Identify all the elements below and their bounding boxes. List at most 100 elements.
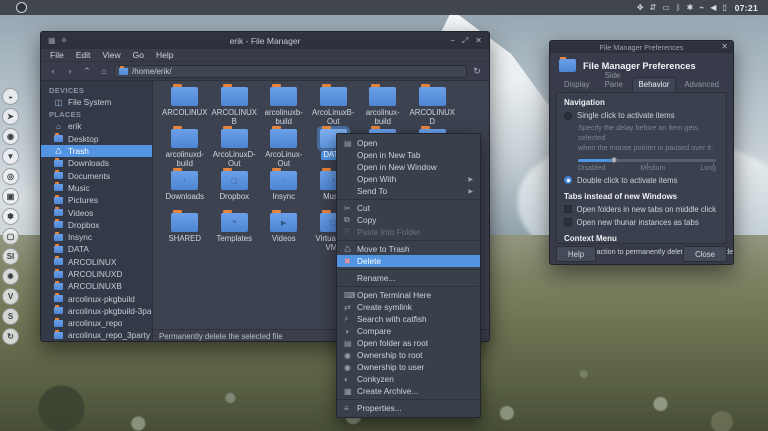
- context-menu-item-conkyzen[interactable]: ◐Conkyzen: [337, 373, 480, 385]
- path-bar[interactable]: /home/erik/: [114, 65, 467, 78]
- volume-icon[interactable]: ◀: [710, 4, 716, 12]
- clipboard-icon[interactable]: ▯: [722, 4, 726, 12]
- file-item-arcolinuxd-build[interactable]: arcolinuxd-build: [160, 127, 210, 169]
- launcher-s-icon[interactable]: S: [2, 308, 19, 325]
- menu-view[interactable]: View: [97, 49, 125, 61]
- context-menu-item-create-archive[interactable]: ▦Create Archive...: [337, 385, 480, 397]
- sidebar-item-dropbox[interactable]: Dropbox: [41, 219, 152, 231]
- sidebar-item-videos[interactable]: Videos: [41, 206, 152, 218]
- context-menu-item-open-folder-as-root[interactable]: ▤Open folder as root: [337, 337, 480, 349]
- context-menu-item-open[interactable]: ▤Open: [337, 137, 480, 149]
- context-menu-item-move-to-trash[interactable]: ♺Move to Trash: [337, 243, 480, 255]
- file-item-dropbox[interactable]: ▢Dropbox: [210, 169, 260, 211]
- file-item-downloads[interactable]: ↓Downloads: [160, 169, 210, 211]
- sidebar-item-arcolinuxd[interactable]: ARCOLINUXD: [41, 268, 152, 280]
- maximize-icon[interactable]: ⤢: [462, 37, 468, 45]
- launcher-refresh-icon[interactable]: ↻: [2, 328, 19, 345]
- file-item-arcolinux-out[interactable]: ArcoLinux-Out: [259, 127, 309, 169]
- network-icon[interactable]: ⇵: [650, 4, 657, 12]
- delay-slider[interactable]: [578, 159, 716, 162]
- context-menu-item-rename[interactable]: Rename...: [337, 272, 480, 284]
- context-menu-item-open-terminal-here[interactable]: ⌨Open Terminal Here: [337, 289, 480, 301]
- reload-button[interactable]: ↻: [470, 66, 484, 77]
- app-menu-button[interactable]: [16, 2, 27, 13]
- context-menu-item-copy[interactable]: ⧉Copy: [337, 214, 480, 226]
- file-item-shared[interactable]: SHARED: [160, 211, 210, 253]
- context-menu-item-open-in-new-window[interactable]: Open in New Window: [337, 161, 480, 173]
- context-menu-item-cut[interactable]: ✂Cut: [337, 202, 480, 214]
- settings-gear-icon[interactable]: ✱: [687, 4, 694, 12]
- sidebar-item-insync[interactable]: Insync: [41, 231, 152, 243]
- up-button[interactable]: ⌃: [80, 66, 94, 77]
- sidebar-item-arcolinuxb[interactable]: ARCOLINUXB: [41, 280, 152, 292]
- launcher-gear-flower-icon[interactable]: ✽: [2, 208, 19, 225]
- menu-edit[interactable]: Edit: [71, 49, 96, 61]
- context-menu-item-properties[interactable]: ≡Properties...: [337, 402, 480, 414]
- prefs-titlebar[interactable]: File Manager Preferences ✕: [550, 41, 733, 53]
- launcher-window-icon[interactable]: ▢: [2, 228, 19, 245]
- launcher-sun-icon[interactable]: ✹: [2, 268, 19, 285]
- sidebar-item-desktop[interactable]: Desktop: [41, 133, 152, 145]
- tab-behavior[interactable]: Behavior: [632, 77, 677, 92]
- context-menu-item-open-with[interactable]: Open With▶: [337, 173, 480, 185]
- sidebar-item-file-system[interactable]: ◫File System: [41, 96, 152, 108]
- launcher-folder-icon[interactable]: ▣: [2, 188, 19, 205]
- tab-side-pane[interactable]: Side Pane: [598, 68, 631, 92]
- file-item-insync[interactable]: ◌Insync: [259, 169, 309, 211]
- context-menu-item-ownership-to-user[interactable]: ◉Ownership to user: [337, 361, 480, 373]
- display-icon[interactable]: ▭: [662, 4, 670, 12]
- context-menu-item-delete[interactable]: ✖Delete: [337, 255, 480, 267]
- sidebar-item-data[interactable]: DATA: [41, 243, 152, 255]
- file-item-arcolinuxb[interactable]: ARCOLINUXB: [210, 85, 260, 127]
- checkbox-unchecked-icon[interactable]: [564, 218, 572, 226]
- context-menu-item-create-symlink[interactable]: ⇄Create symlink: [337, 301, 480, 313]
- bluetooth-icon[interactable]: ᛒ: [676, 4, 681, 12]
- context-menu-item-send-to[interactable]: Send To▶: [337, 185, 480, 197]
- file-item-arcolinux[interactable]: ARCOLINUX: [160, 85, 210, 127]
- file-item-videos[interactable]: ▶Videos: [259, 211, 309, 253]
- middle-click-checkbox-row[interactable]: Open folders in new tabs on middle click: [564, 205, 719, 214]
- launcher-bird-icon[interactable]: ➤: [2, 108, 19, 125]
- context-menu-item-open-in-new-tab[interactable]: Open in New Tab: [337, 149, 480, 161]
- launcher-v-icon[interactable]: V: [2, 288, 19, 305]
- single-click-radio-row[interactable]: Single click to activate items: [564, 111, 719, 120]
- launcher-si-icon[interactable]: SI: [2, 248, 19, 265]
- sidebar-item-arcolinux-pkgbuild[interactable]: arcolinux-pkgbuild: [41, 292, 152, 304]
- updates-icon[interactable]: ✥: [637, 4, 644, 12]
- help-button[interactable]: Help: [556, 246, 596, 262]
- slider-handle[interactable]: [611, 157, 617, 163]
- launcher-ring-icon[interactable]: ◎: [2, 168, 19, 185]
- close-icon[interactable]: ✕: [721, 43, 728, 51]
- radio-unselected-icon[interactable]: [564, 112, 572, 120]
- menu-help[interactable]: Help: [151, 49, 178, 61]
- launcher-download-icon[interactable]: ▼: [2, 148, 19, 165]
- sidebar-item-documents[interactable]: Documents: [41, 169, 152, 181]
- context-menu-item-search-with-catfish[interactable]: ⌕Search with catfish: [337, 313, 480, 325]
- close-button[interactable]: Close: [683, 246, 727, 262]
- context-menu-item-compare[interactable]: ◑Compare: [337, 325, 480, 337]
- home-button[interactable]: ⌂: [97, 66, 111, 76]
- sidebar-item-downloads[interactable]: Downloads: [41, 157, 152, 169]
- context-menu-item-ownership-to-root[interactable]: ◉Ownership to root: [337, 349, 480, 361]
- fm-titlebar[interactable]: ▦ ✛ erik - File Manager −⤢✕: [41, 32, 489, 49]
- sidebar-item-arcolinux[interactable]: ARCOLINUX: [41, 256, 152, 268]
- launcher-spiral-icon[interactable]: ◉: [2, 128, 19, 145]
- launcher-arrow-circle-icon[interactable]: ◒: [2, 88, 19, 105]
- file-item-arcolinuxd-out[interactable]: ArcoLinuxD-Out: [210, 127, 260, 169]
- instances-as-tabs-checkbox-row[interactable]: Open new thunar instances as tabs: [564, 218, 719, 227]
- file-item-arcolinux-build[interactable]: arcolinux-build: [358, 85, 408, 127]
- sidebar-item-arcolinux-repo-3party[interactable]: arcolinux_repo_3party: [41, 329, 152, 341]
- cpu-graph-icon[interactable]: ⌁: [699, 4, 704, 12]
- sidebar-item-erik[interactable]: ⌂erik: [41, 120, 152, 132]
- double-click-radio-row[interactable]: Double click to activate items: [564, 176, 719, 185]
- checkbox-unchecked-icon[interactable]: [564, 205, 572, 213]
- file-item-templates[interactable]: ≡Templates: [210, 211, 260, 253]
- back-button[interactable]: ‹: [46, 66, 60, 76]
- forward-button[interactable]: ›: [63, 66, 77, 76]
- file-item-arcolinuxb-build[interactable]: arcolinuxb-build: [259, 85, 309, 127]
- menu-file[interactable]: File: [45, 49, 69, 61]
- sidebar-item-arcolinux-repo[interactable]: arcolinux_repo: [41, 317, 152, 329]
- sidebar-item-arcolinux-pkgbuild-3party[interactable]: arcolinux-pkgbuild-3party: [41, 305, 152, 317]
- sidebar-item-music[interactable]: Music: [41, 182, 152, 194]
- radio-selected-icon[interactable]: [564, 176, 572, 184]
